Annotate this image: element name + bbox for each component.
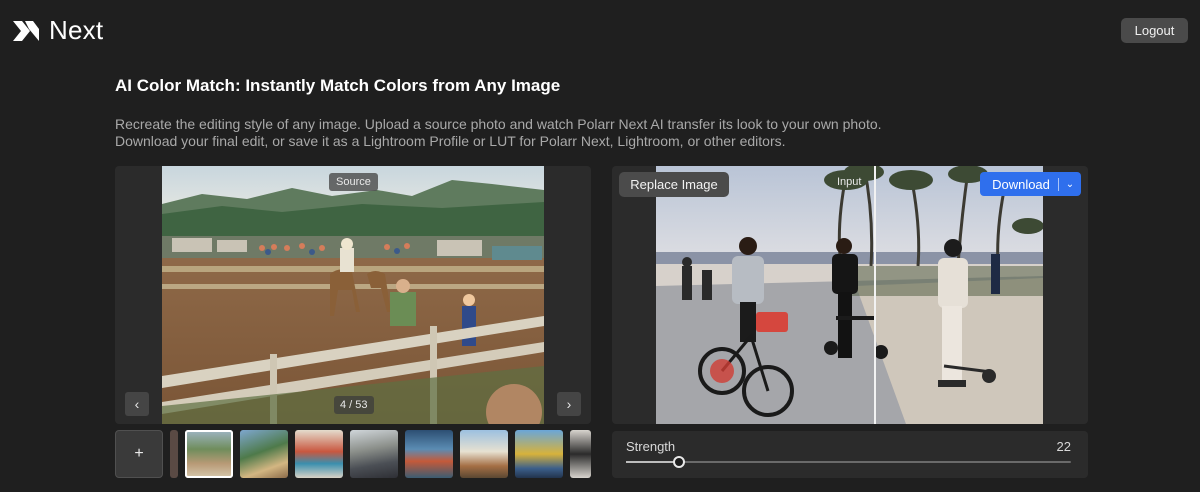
add-source-button[interactable]: + <box>115 430 163 478</box>
download-button[interactable]: Download <box>980 177 1058 192</box>
thumbnail[interactable] <box>350 430 398 478</box>
replace-image-button[interactable]: Replace Image <box>619 172 729 197</box>
next-source-button[interactable]: › <box>557 392 581 416</box>
logo-text: Next <box>49 15 104 45</box>
source-tag: Source <box>329 173 378 191</box>
thumbnail-selected[interactable] <box>185 430 233 478</box>
thumbnail[interactable] <box>405 430 453 478</box>
polarr-next-logo-icon <box>13 20 39 41</box>
page-title: AI Color Match: Instantly Match Colors f… <box>115 76 561 95</box>
source-photo <box>162 166 544 424</box>
strength-slider-fill <box>626 461 680 463</box>
thumbnail[interactable] <box>460 430 508 478</box>
chevron-down-icon[interactable]: ⌄ <box>1059 179 1081 190</box>
prev-source-button[interactable]: ‹ <box>125 392 149 416</box>
chevron-right-icon: › <box>566 396 572 412</box>
thumbnail[interactable] <box>515 430 563 478</box>
thumbnail[interactable] <box>295 430 343 478</box>
description-line-1: Recreate the editing style of any image.… <box>115 116 882 132</box>
strength-slider-knob[interactable] <box>673 456 686 468</box>
strength-label: Strength <box>626 439 676 454</box>
input-tag: Input <box>837 176 862 188</box>
source-counter: 4 / 53 <box>334 396 374 414</box>
strength-slider-track[interactable] <box>626 456 1071 468</box>
source-thumbnail-strip: + <box>115 430 591 478</box>
description-line-2: Download your final edit, or save it as … <box>115 133 786 149</box>
strength-value: 22 <box>1056 439 1071 454</box>
logo[interactable]: Next <box>13 15 103 46</box>
thumbnail[interactable] <box>240 430 288 478</box>
plus-icon: + <box>134 445 144 462</box>
logout-button[interactable]: Logout <box>1121 18 1188 43</box>
thumbnail[interactable] <box>570 430 591 478</box>
source-panel: Source ‹ 4 / 53 › <box>115 166 591 424</box>
page-description: Recreate the editing style of any image.… <box>115 116 1015 150</box>
thumbnail[interactable] <box>170 430 178 478</box>
chevron-left-icon: ‹ <box>134 396 140 412</box>
input-panel: Replace Image Input Download ⌄ <box>612 166 1088 424</box>
input-photo[interactable] <box>656 166 1043 424</box>
download-button-group: Download ⌄ <box>980 172 1081 196</box>
strength-control: Strength 22 <box>612 431 1088 478</box>
